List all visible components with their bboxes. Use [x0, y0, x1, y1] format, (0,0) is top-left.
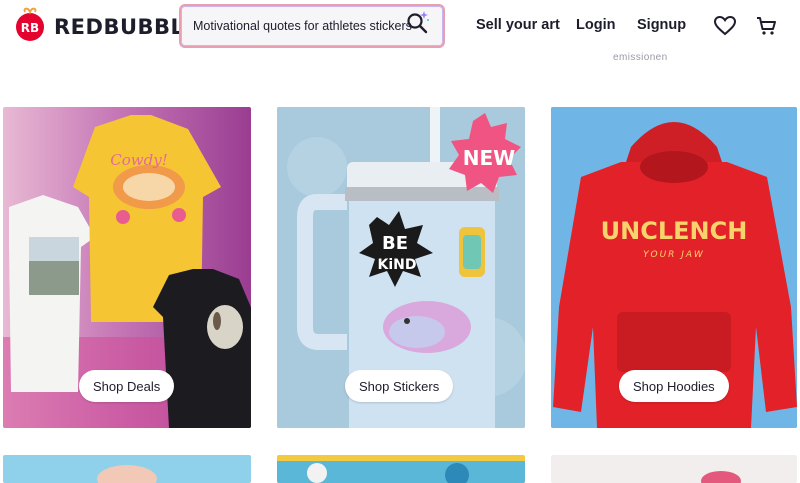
- sticker-text-be: BE: [382, 233, 408, 254]
- svg-text:Cowdy!: Cowdy!: [110, 151, 167, 169]
- shop-hoodies-button[interactable]: Shop Hoodies: [619, 370, 729, 402]
- card-thumbnail: [701, 471, 741, 483]
- signup-link[interactable]: Signup: [637, 17, 686, 33]
- hoodie-text: UNCLENCH: [601, 217, 748, 245]
- site-header: RB REDBUBBLE Motivational quotes for ath…: [0, 0, 800, 52]
- hoodies-card[interactable]: UNCLENCH YOUR JAW Shop Hoodies: [551, 107, 797, 428]
- cart-icon[interactable]: [755, 14, 779, 38]
- shop-deals-button[interactable]: Shop Deals: [79, 370, 175, 402]
- svg-text:RB: RB: [21, 21, 39, 35]
- login-link[interactable]: Login: [576, 17, 615, 33]
- heart-icon[interactable]: [713, 14, 737, 38]
- redbubble-logo[interactable]: RB REDBUBBLE: [14, 6, 199, 42]
- new-badge: NEW: [463, 146, 515, 170]
- category-card[interactable]: [551, 455, 797, 483]
- search-icon[interactable]: [405, 10, 429, 34]
- search-input[interactable]: Motivational quotes for athletes sticker…: [193, 19, 412, 33]
- card-thumbnail: [97, 465, 157, 483]
- category-card[interactable]: [3, 455, 251, 483]
- deals-card[interactable]: Cowdy! Shop Deals: [3, 107, 251, 428]
- card-thumbnail: [277, 461, 525, 483]
- stickers-card[interactable]: BE KiND NEW Shop Stickers: [277, 107, 525, 428]
- shop-stickers-button[interactable]: Shop Stickers: [345, 370, 454, 402]
- brand-name: REDBUBBLE: [54, 15, 200, 39]
- hoodie-subtext: YOUR JAW: [643, 250, 705, 260]
- sell-your-art-link[interactable]: Sell your art: [476, 17, 560, 33]
- logo-mark-icon: RB: [16, 7, 44, 41]
- category-card[interactable]: [277, 455, 525, 483]
- sticker-text-kind: KiND: [378, 257, 417, 273]
- partial-hidden-text: emissionen: [613, 52, 668, 63]
